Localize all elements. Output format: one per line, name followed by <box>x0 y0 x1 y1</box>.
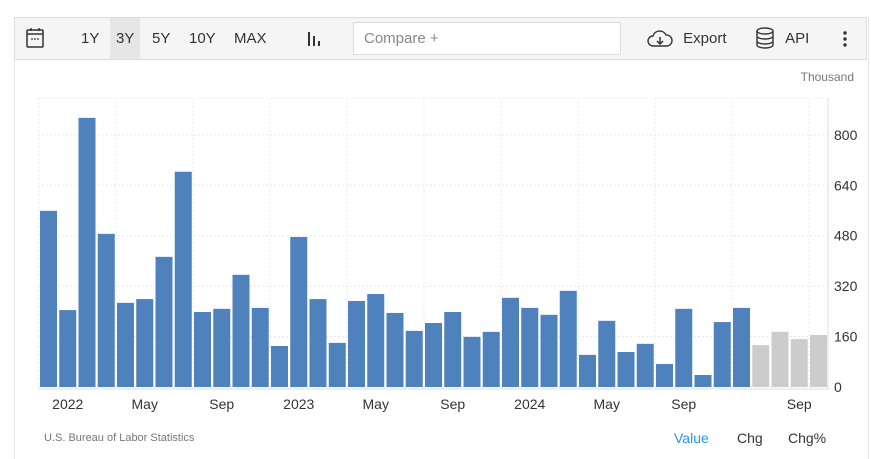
mode-chg[interactable]: Chg <box>737 430 763 446</box>
mode-chg-percent[interactable]: Chg% <box>788 430 826 446</box>
calendar-icon[interactable] <box>25 18 45 59</box>
more-options-icon[interactable] <box>841 18 849 59</box>
toolbar: 1Y 3Y 5Y 10Y MAX Compare + Export API <box>14 17 867 60</box>
cloud-download-icon <box>647 30 673 47</box>
unit-label: Thousand <box>800 70 854 84</box>
chart-type-icon[interactable] <box>305 18 323 59</box>
source-label: U.S. Bureau of Labor Statistics <box>44 432 195 444</box>
range-3y[interactable]: 3Y <box>110 18 141 59</box>
api-button[interactable]: API <box>755 18 809 59</box>
range-1y[interactable]: 1Y <box>75 18 105 59</box>
export-label: Export <box>683 30 727 47</box>
api-label: API <box>785 30 810 47</box>
mode-value[interactable]: Value <box>674 430 709 446</box>
range-10y[interactable]: 10Y <box>183 18 222 59</box>
chart-frame <box>14 17 869 459</box>
database-icon <box>756 27 774 49</box>
range-5y[interactable]: 5Y <box>146 18 176 59</box>
export-button[interactable]: Export <box>647 18 727 59</box>
range-max[interactable]: MAX <box>228 18 273 59</box>
compare-input[interactable]: Compare + <box>353 22 621 55</box>
